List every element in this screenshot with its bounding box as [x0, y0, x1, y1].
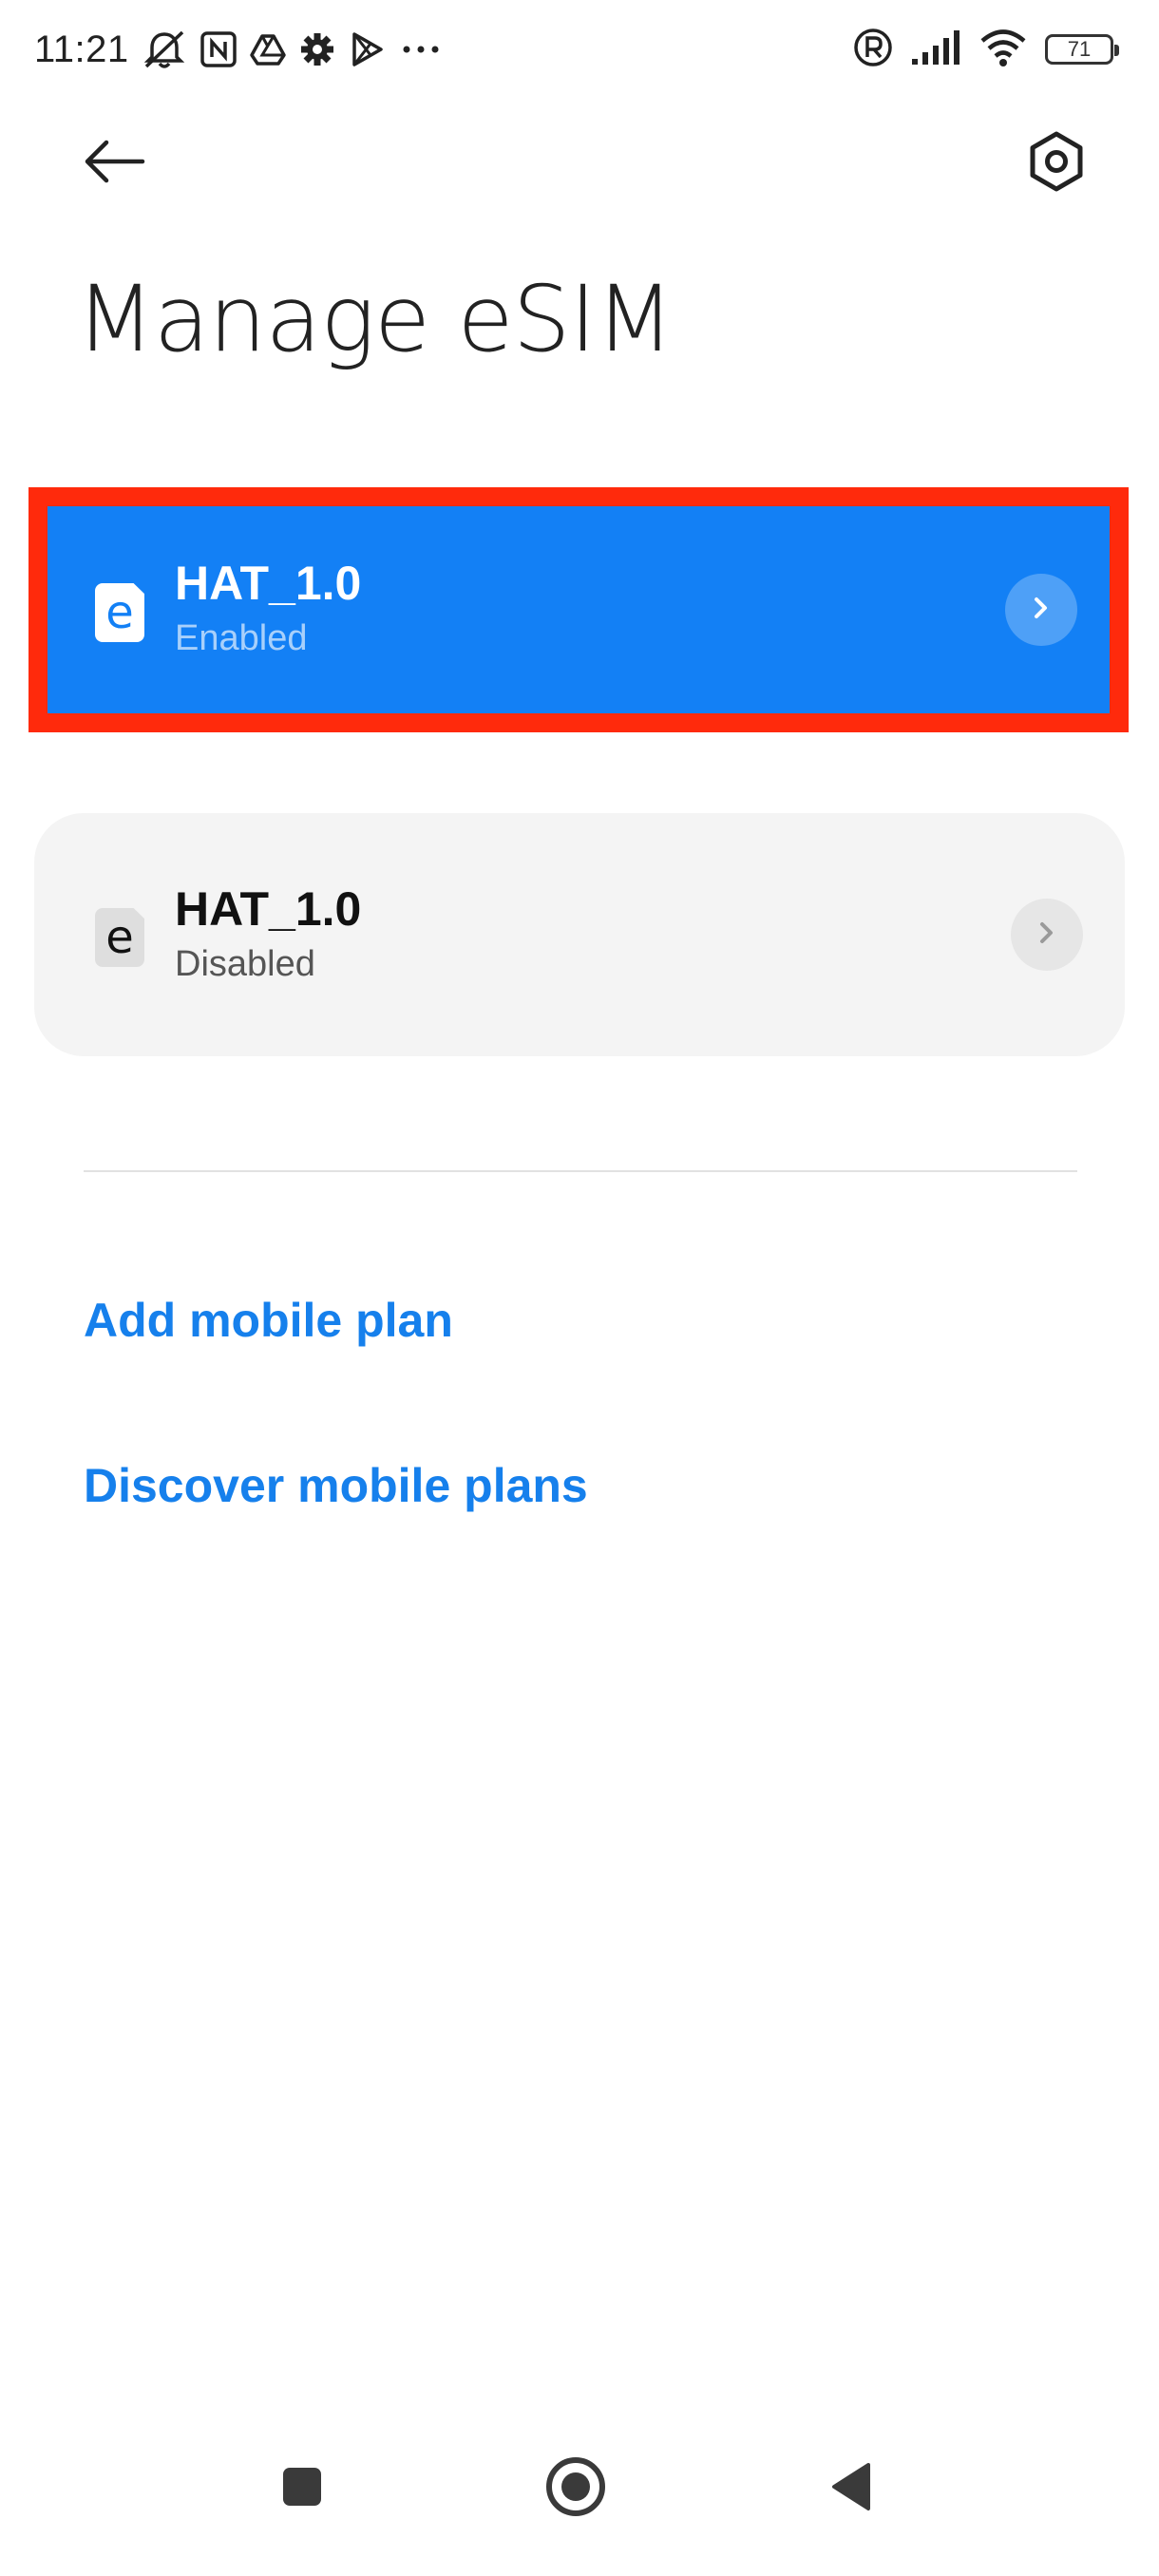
status-left-icons [141, 28, 445, 70]
settings-hex-icon [1025, 130, 1088, 198]
status-time: 11:21 [34, 28, 129, 70]
chevron-right-icon [1027, 594, 1055, 627]
esim-detail-button[interactable] [1011, 899, 1083, 971]
roaming-r-icon [853, 28, 893, 72]
more-dots-icon [397, 30, 445, 68]
status-right-icons: 71 [853, 28, 1119, 72]
wifi-icon [978, 28, 1028, 71]
discover-mobile-plans-link[interactable]: Discover mobile plans [84, 1457, 588, 1514]
esim-icon: e [95, 908, 144, 967]
back-triangle-icon [828, 2461, 874, 2517]
esim-status: Enabled [175, 618, 308, 658]
recents-button[interactable] [245, 2432, 359, 2546]
nfc-icon [200, 30, 238, 68]
back-button[interactable] [72, 129, 156, 198]
page-title: Manage eSIM [76, 266, 674, 372]
add-mobile-plan-link[interactable]: Add mobile plan [84, 1292, 453, 1349]
esim-name: HAT_1.0 [175, 557, 362, 610]
esim-detail-button[interactable] [1005, 574, 1077, 646]
esim-name: HAT_1.0 [175, 882, 362, 936]
recents-square-icon [279, 2464, 325, 2514]
divider [84, 1170, 1077, 1172]
battery-icon: 71 [1045, 34, 1119, 65]
esim-text: HAT_1.0 Disabled [175, 880, 361, 990]
home-button[interactable] [519, 2432, 633, 2546]
settings-gear-icon [298, 30, 336, 68]
chevron-right-icon [1033, 919, 1061, 952]
esim-icon: e [95, 583, 144, 642]
back-arrow-icon [82, 139, 146, 189]
nav-back-button[interactable] [794, 2432, 908, 2546]
esim-item-disabled[interactable]: e HAT_1.0 Disabled [34, 813, 1125, 1056]
cellular-signal-icon [910, 28, 961, 71]
esim-text: HAT_1.0 Enabled [175, 554, 361, 664]
home-circle-icon [544, 2455, 607, 2523]
battery-level: 71 [1067, 37, 1092, 61]
status-bar: 11:21 71 [0, 0, 1159, 99]
notifications-muted-icon [141, 28, 188, 70]
esim-status: Disabled [175, 944, 315, 984]
settings-button[interactable] [1016, 127, 1096, 199]
navigation-bar [0, 2432, 1159, 2576]
drive-icon [249, 30, 287, 68]
play-store-icon [348, 30, 386, 68]
esim-item-enabled[interactable]: e HAT_1.0 Enabled [48, 506, 1110, 713]
